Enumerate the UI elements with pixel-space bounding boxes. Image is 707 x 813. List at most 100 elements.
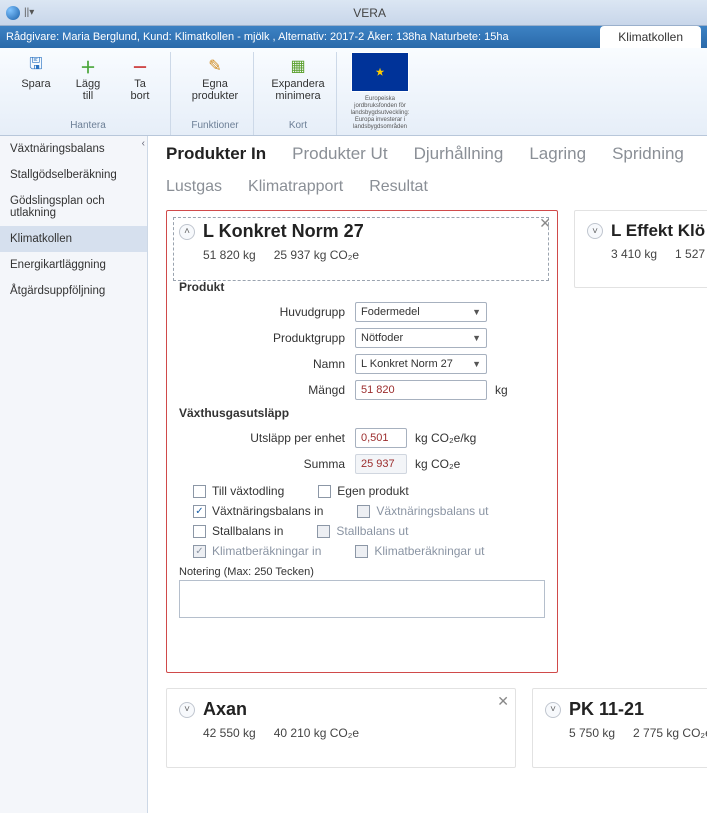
- expand-min-label: Expandera minimera: [271, 78, 324, 102]
- huvudgrupp-value: Fodermedel: [361, 306, 420, 318]
- close-icon[interactable]: ✕: [497, 693, 509, 710]
- tab-produkter-ut[interactable]: Produkter Ut: [292, 144, 387, 164]
- card-co2: 40 210 kg CO₂e: [274, 726, 359, 740]
- own-products-label: Egna produkter: [192, 78, 238, 102]
- tab-resultat[interactable]: Resultat: [369, 178, 428, 196]
- card-co2: 2 775 kg CO₂e: [633, 726, 707, 740]
- app-icon: [6, 6, 20, 20]
- sidenav-collapse-icon[interactable]: ‹: [142, 138, 145, 149]
- tab-klimatrapport[interactable]: Klimatrapport: [248, 178, 343, 196]
- produktgrupp-label: Produktgrupp: [179, 331, 355, 345]
- plus-icon: ＋: [78, 56, 98, 76]
- per-enhet-unit: kg CO₂e/kg: [415, 431, 476, 445]
- checkbox-kbin: ✓: [193, 545, 206, 558]
- chevron-down-icon: ▼: [472, 307, 481, 317]
- ribbon-group-hantera: 🖫 Spara ＋ Lägg till － Ta bort Hantera: [6, 52, 171, 135]
- card-title: Axan: [203, 699, 247, 720]
- checkbox-vnin[interactable]: ✓: [193, 505, 206, 518]
- checkbox-kbut-label: Klimatberäkningar ut: [374, 544, 484, 558]
- namn-value: L Konkret Norm 27: [361, 358, 453, 370]
- chevron-down-icon: ▼: [472, 333, 481, 343]
- tab-spridning[interactable]: Spridning: [612, 144, 684, 164]
- sidebar-item-vaxtnaringsbalans[interactable]: Växtnäringsbalans: [0, 136, 147, 162]
- checkbox-kbin-label: Klimatberäkningar in: [212, 544, 321, 558]
- namn-combo[interactable]: L Konkret Norm 27 ▼: [355, 354, 487, 374]
- huvudgrupp-label: Huvudgrupp: [179, 305, 355, 319]
- tab-lagring[interactable]: Lagring: [529, 144, 586, 164]
- card-co2: 1 527 k: [675, 247, 707, 261]
- checkbox-vnut: [357, 505, 370, 518]
- sidebar-item-klimatkollen[interactable]: Klimatkollen: [0, 226, 147, 252]
- eu-caption: Europeiska jordbruksfonden för landsbygd…: [349, 96, 411, 131]
- per-enhet-input[interactable]: 0,501: [355, 428, 407, 448]
- card-expand-toggle[interactable]: ˅: [179, 702, 195, 718]
- ribbon-group-kort-label: Kort: [289, 118, 307, 135]
- per-enhet-label: Utsläpp per enhet: [179, 431, 355, 445]
- expand-min-button[interactable]: ▦ Expandera minimera: [266, 52, 330, 118]
- checkbox-sbut: [317, 525, 330, 538]
- module-tab-klimatkollen[interactable]: Klimatkollen: [600, 26, 701, 48]
- add-button[interactable]: ＋ Lägg till: [64, 52, 112, 118]
- card-co2: 25 937 kg CO₂e: [274, 248, 359, 262]
- ribbon-group-hantera-label: Hantera: [70, 118, 106, 135]
- card-pk-11-21: ˅ PK 11-21 5 750 kg 2 775 kg CO₂e: [532, 688, 707, 768]
- checkbox-tillvax[interactable]: [193, 485, 206, 498]
- check-grid: Till växtodling Egen produkt ✓ Växtnärin…: [193, 484, 545, 558]
- info-strip: Rådgivare: Maria Berglund, Kund: Klimatk…: [0, 26, 707, 48]
- pencil-icon: ✎: [205, 56, 225, 76]
- checkbox-vnin-label: Växtnäringsbalans in: [212, 504, 323, 518]
- card-mass: 3 410 kg: [611, 247, 657, 261]
- save-button[interactable]: 🖫 Spara: [12, 52, 60, 118]
- eu-flag-icon: ⋆: [351, 52, 409, 92]
- section-ghg: Växthusgasutsläpp: [179, 406, 545, 420]
- sidebar-item-atgardsuppfoljning[interactable]: Åtgärdsuppföljning: [0, 278, 147, 304]
- tabs-secondary: Lustgas Klimatrapport Resultat: [166, 178, 707, 196]
- notering-input[interactable]: [179, 580, 545, 618]
- checkbox-egen[interactable]: [318, 485, 331, 498]
- card-title: L Konkret Norm 27: [203, 221, 364, 242]
- side-nav: ‹ Växtnäringsbalans Stallgödselberäkning…: [0, 136, 148, 813]
- card-axan: ✕ ˅ Axan 42 550 kg 40 210 kg CO₂e: [166, 688, 516, 768]
- checkbox-tillvax-label: Till växtodling: [212, 484, 284, 498]
- sidebar-item-stallgodselberakning[interactable]: Stallgödselberäkning: [0, 162, 147, 188]
- summa-label: Summa: [179, 457, 355, 471]
- summa-unit: kg CO₂e: [415, 457, 460, 471]
- save-icon: 🖫: [26, 56, 46, 76]
- produktgrupp-combo[interactable]: Nötfoder ▼: [355, 328, 487, 348]
- section-produkt: Produkt: [179, 280, 545, 294]
- ribbon: 🖫 Spara ＋ Lägg till － Ta bort Hantera ✎ …: [0, 48, 707, 136]
- tab-produkter-in[interactable]: Produkter In: [166, 144, 266, 164]
- own-products-button[interactable]: ✎ Egna produkter: [183, 52, 247, 118]
- huvudgrupp-combo[interactable]: Fodermedel ▼: [355, 302, 487, 322]
- card-title: PK 11-21: [569, 699, 644, 720]
- ribbon-group-eu: ⋆ Europeiska jordbruksfonden för landsby…: [343, 52, 417, 135]
- add-label: Lägg till: [76, 78, 100, 102]
- tab-lustgas[interactable]: Lustgas: [166, 178, 222, 196]
- summa-value: 25 937: [355, 454, 407, 474]
- save-label: Spara: [21, 78, 50, 90]
- tab-djurhallning[interactable]: Djurhållning: [414, 144, 504, 164]
- sidebar-item-energikartlaggning[interactable]: Energikartläggning: [0, 252, 147, 278]
- card-l-konkret-norm-27: ✕ ˄ L Konkret Norm 27 51 820 kg 25 937 k…: [166, 210, 558, 673]
- card-title: L Effekt Klö: [611, 221, 705, 241]
- mangd-input[interactable]: 51 820: [355, 380, 487, 400]
- mangd-unit: kg: [495, 383, 508, 397]
- app-title: VERA: [38, 6, 701, 20]
- card-mass: 42 550 kg: [203, 726, 256, 740]
- checkbox-sbin[interactable]: [193, 525, 206, 538]
- sidebar-item-godslingsplan[interactable]: Gödslingsplan och utlakning: [0, 188, 147, 226]
- card-expand-toggle[interactable]: ˅: [545, 702, 561, 718]
- card-expand-toggle[interactable]: ˅: [587, 223, 603, 239]
- checkbox-sbut-label: Stallbalans ut: [336, 524, 408, 538]
- ribbon-group-kort: ▦ Expandera minimera Kort: [260, 52, 337, 135]
- minus-icon: －: [130, 56, 150, 76]
- close-icon[interactable]: ✕: [539, 215, 551, 232]
- checkbox-kbut: [355, 545, 368, 558]
- card-collapse-toggle[interactable]: ˄: [179, 224, 195, 240]
- window-titlebar: ||▾ VERA: [0, 0, 707, 26]
- chevron-down-icon: ▼: [472, 359, 481, 369]
- checkbox-vnut-label: Växtnäringsbalans ut: [376, 504, 488, 518]
- notering-label: Notering (Max: 250 Tecken): [179, 566, 545, 578]
- remove-button[interactable]: － Ta bort: [116, 52, 164, 118]
- quick-access[interactable]: ||▾: [24, 7, 34, 18]
